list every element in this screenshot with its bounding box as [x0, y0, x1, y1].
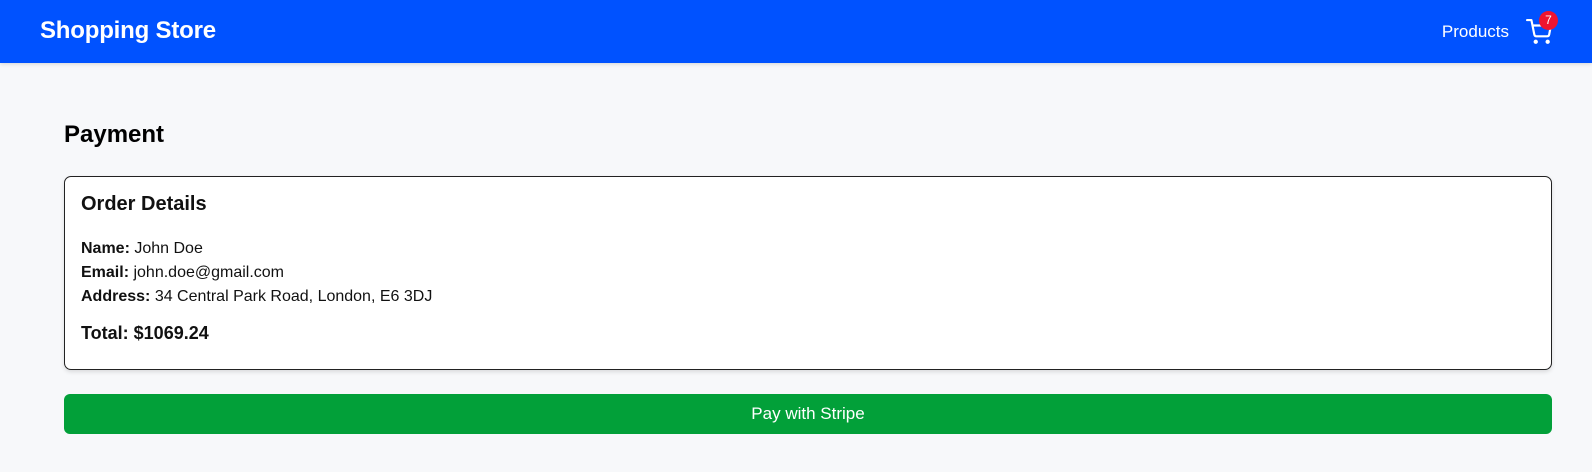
- order-details-title: Order Details: [81, 193, 207, 215]
- address-value: 34 Central Park Road, London, E6 3DJ: [154, 288, 433, 305]
- email-value: john.doe@gmail.com: [133, 264, 285, 281]
- order-total: Total: $1069.24: [81, 323, 209, 343]
- nav-right: Products 7: [1442, 11, 1558, 46]
- products-link[interactable]: Products: [1442, 22, 1509, 42]
- address-row: Address: 34 Central Park Road, London, E…: [81, 285, 432, 309]
- email-row: Email: john.doe@gmail.com: [81, 261, 432, 285]
- cart-count-badge: 7: [1539, 11, 1558, 30]
- navbar: Shopping Store Products 7: [0, 0, 1592, 63]
- cart-button[interactable]: 7: [1526, 11, 1558, 45]
- brand-logo-link[interactable]: Shopping Store: [40, 17, 216, 45]
- order-details-list: Name: John Doe Email: john.doe@gmail.com…: [81, 237, 432, 309]
- name-label: Name:: [81, 240, 130, 257]
- name-value: John Doe: [134, 240, 203, 257]
- pay-with-stripe-button[interactable]: Pay with Stripe: [64, 394, 1552, 434]
- email-label: Email:: [81, 264, 130, 281]
- order-details-card: Order Details Name: John Doe Email: john…: [64, 176, 1552, 370]
- page-title: Payment: [64, 121, 165, 148]
- address-label: Address:: [81, 288, 151, 305]
- name-row: Name: John Doe: [81, 237, 432, 261]
